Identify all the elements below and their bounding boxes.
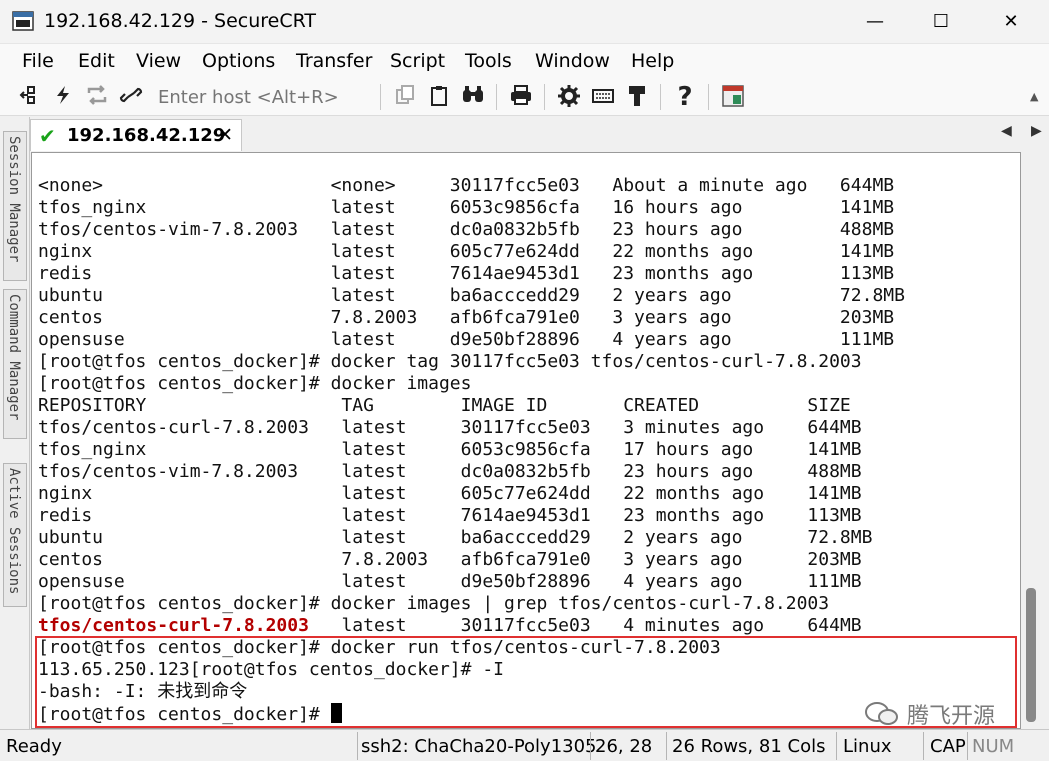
- terminal-line: tfos_nginx latest 6053c9856cfa 17 hours …: [38, 439, 862, 460]
- host-input[interactable]: [158, 83, 372, 111]
- toolbar-separator: [380, 84, 381, 110]
- toolbar: ? ▲: [0, 78, 1049, 116]
- grep-match-rest: latest 30117fcc5e03 4 minutes ago 644MB: [308, 615, 862, 636]
- scrollbar-thumb[interactable]: [1026, 588, 1036, 722]
- window-title: 192.168.42.129 - SecureCRT: [44, 10, 317, 32]
- status-separator: [923, 732, 924, 760]
- side-panel: Session Manager Command Manager Active S…: [0, 117, 30, 729]
- active-sessions-tab[interactable]: Active Sessions: [3, 463, 27, 607]
- session-tab-label: 192.168.42.129: [67, 125, 226, 146]
- print-icon[interactable]: [508, 84, 534, 110]
- terminal-line: tfos_nginx latest 6053c9856cfa 16 hours …: [38, 197, 895, 218]
- status-terminal-size: 26 Rows, 81 Cols: [672, 736, 826, 757]
- tab-bar: ✔ 192.168.42.129 ✕ ◀ ▶: [30, 117, 1049, 151]
- status-separator: [836, 732, 837, 760]
- terminal-line: tfos/centos-curl-7.8.2003 latest 30117fc…: [38, 417, 862, 438]
- disconnect-icon[interactable]: [118, 84, 144, 110]
- status-separator: [666, 732, 667, 760]
- quick-connect-icon[interactable]: [50, 84, 76, 110]
- terminal-line: nginx latest 605c77e624dd 22 months ago …: [38, 483, 862, 504]
- watermark: 腾飞开源: [864, 698, 995, 730]
- terminal-line: centos 7.8.2003 afb6fca791e0 3 years ago…: [38, 307, 895, 328]
- terminal-line: REPOSITORY TAG IMAGE ID CREATED SIZE: [38, 395, 851, 416]
- grep-match-highlight: tfos/centos-curl-7.8.2003: [38, 615, 309, 636]
- terminal-view[interactable]: <none> <none> 30117fcc5e03 About a minut…: [31, 152, 1021, 729]
- menu-file[interactable]: File: [22, 50, 54, 72]
- terminal-line: [root@tfos centos_docker]# docker images: [38, 373, 472, 394]
- terminal-line: nginx latest 605c77e624dd 22 months ago …: [38, 241, 895, 262]
- terminal-line: opensuse latest d9e50bf28896 4 years ago…: [38, 329, 895, 350]
- toolbar-separator: [544, 84, 545, 110]
- reconnect-icon[interactable]: [84, 84, 110, 110]
- toolbar-separator: [660, 84, 661, 110]
- minimize-button[interactable]: —: [852, 6, 898, 38]
- terminal-line: redis latest 7614ae9453d1 23 months ago …: [38, 263, 895, 284]
- status-ready: Ready: [6, 736, 62, 757]
- tab-scroll-right-icon[interactable]: ▶: [1031, 123, 1042, 139]
- vertical-scrollbar[interactable]: [1021, 152, 1043, 729]
- terminal-line: centos 7.8.2003 afb6fca791e0 3 years ago…: [38, 549, 862, 570]
- menu-options[interactable]: Options: [202, 50, 275, 72]
- status-cursor-position: 26, 28: [595, 736, 653, 757]
- settings-icon[interactable]: [556, 84, 582, 110]
- menu-script[interactable]: Script: [390, 50, 445, 72]
- terminal-line: [root@tfos centos_docker]# docker images…: [38, 593, 830, 614]
- terminal-line: <none> <none> 30117fcc5e03 About a minut…: [38, 175, 895, 196]
- tab-scroll-left-icon[interactable]: ◀: [1001, 123, 1012, 139]
- sftp-icon[interactable]: [624, 84, 650, 110]
- terminal-line: ubuntu latest ba6acccedd29 2 years ago 7…: [38, 285, 905, 306]
- find-icon[interactable]: [460, 84, 486, 110]
- menu-edit[interactable]: Edit: [78, 50, 115, 72]
- status-num-lock: NUM: [972, 736, 1015, 757]
- menu-bar: File Edit View Options Transfer Script T…: [0, 44, 1049, 78]
- terminal-line: redis latest 7614ae9453d1 23 months ago …: [38, 505, 862, 526]
- tab-close-icon[interactable]: ✕: [217, 124, 233, 146]
- copy-icon[interactable]: [392, 84, 418, 110]
- keymap-icon[interactable]: [590, 84, 616, 110]
- screenshot-icon[interactable]: [720, 84, 746, 110]
- securecrt-app-icon: [12, 11, 34, 31]
- maximize-button[interactable]: ☐: [918, 6, 964, 38]
- help-icon[interactable]: ?: [672, 84, 698, 110]
- terminal-line: tfos/centos-vim-7.8.2003 latest dc0a0832…: [38, 219, 895, 240]
- terminal-line: opensuse latest d9e50bf28896 4 years ago…: [38, 571, 862, 592]
- terminal-grep-line: tfos/centos-curl-7.8.2003 latest 30117fc…: [38, 615, 862, 637]
- connected-check-icon: ✔: [39, 124, 56, 148]
- terminal-line: [root@tfos centos_docker]# docker tag 30…: [38, 351, 862, 372]
- toolbar-separator: [496, 84, 497, 110]
- command-manager-tab[interactable]: Command Manager: [3, 289, 27, 439]
- menu-window[interactable]: Window: [535, 50, 610, 72]
- close-window-button[interactable]: ✕: [988, 6, 1034, 38]
- watermark-text: 腾飞开源: [907, 704, 996, 729]
- menu-help[interactable]: Help: [631, 50, 674, 72]
- title-bar: 192.168.42.129 - SecureCRT — ☐ ✕: [0, 0, 1049, 44]
- terminal-line: tfos/centos-vim-7.8.2003 latest dc0a0832…: [38, 461, 862, 482]
- status-separator: [967, 732, 968, 760]
- session-manager-tab[interactable]: Session Manager: [3, 131, 27, 281]
- status-separator: [357, 732, 358, 760]
- status-os: Linux: [843, 736, 892, 757]
- terminal-line: ubuntu latest ba6acccedd29 2 years ago 7…: [38, 527, 873, 548]
- status-caps-lock: CAP: [930, 736, 966, 757]
- paste-icon[interactable]: [426, 84, 452, 110]
- menu-transfer[interactable]: Transfer: [296, 50, 372, 72]
- wechat-icon: [865, 702, 898, 725]
- status-cipher: ssh2: ChaCha20-Poly1305: [361, 736, 597, 757]
- toolbar-separator: [708, 84, 709, 110]
- connect-icon[interactable]: [16, 84, 42, 110]
- session-tab[interactable]: ✔ 192.168.42.129 ✕: [30, 119, 242, 151]
- menu-tools[interactable]: Tools: [465, 50, 512, 72]
- toolbar-overflow-icon[interactable]: ▲: [1030, 90, 1038, 103]
- status-bar: Ready ssh2: ChaCha20-Poly1305 26, 28 26 …: [0, 729, 1049, 761]
- status-separator: [590, 732, 591, 760]
- menu-view[interactable]: View: [136, 50, 181, 72]
